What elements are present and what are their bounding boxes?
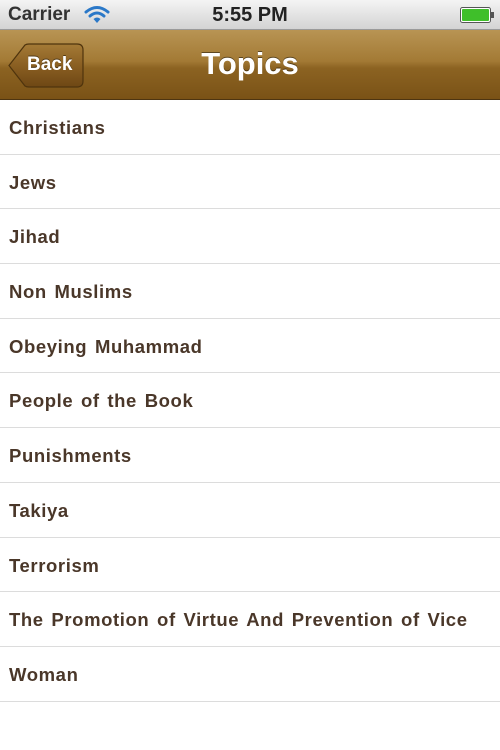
list-item-punishments[interactable]: Punishments (0, 428, 500, 483)
clock: 5:55 PM (212, 4, 288, 26)
list-item-jihad[interactable]: Jihad (0, 209, 500, 265)
list-item-label: People of the Book (9, 390, 194, 412)
list-item-takiya[interactable]: Takiya (0, 482, 500, 538)
navigation-bar: Back Topics (0, 30, 500, 100)
list-item-label: Obeying Muhammad (9, 335, 203, 357)
list-item-label: Punishments (9, 445, 132, 467)
list-item-woman[interactable]: Woman (0, 646, 500, 702)
list-item-non-muslims[interactable]: Non Muslims (0, 264, 500, 319)
list-item-label: Jews (9, 171, 57, 193)
list-item-terrorism[interactable]: Terrorism (0, 537, 500, 593)
page-title: Topics (201, 46, 299, 81)
list-item-label: Non Muslims (9, 281, 133, 303)
battery-icon (460, 7, 494, 23)
list-item-label: Woman (9, 663, 79, 685)
topic-list: Christians Jews Jihad Non Muslims Obeyin… (0, 100, 500, 702)
list-item-obeying-muhammad[interactable]: Obeying Muhammad (0, 318, 500, 374)
list-item-people-of-the-book[interactable]: People of the Book (0, 373, 500, 429)
list-item-label: Takiya (9, 499, 69, 521)
list-item-label: Jihad (9, 226, 61, 248)
status-bar: Carrier 5:55 PM (0, 0, 500, 30)
list-item-jews[interactable]: Jews (0, 154, 500, 210)
list-item-label: The Promotion of Virtue And Prevention o… (9, 609, 468, 631)
list-item-christians[interactable]: Christians (0, 100, 500, 155)
list-item-promotion-of-virtue[interactable]: The Promotion of Virtue And Prevention o… (0, 592, 500, 647)
list-item-label: Terrorism (9, 554, 100, 576)
list-item-label: Christians (9, 117, 106, 138)
